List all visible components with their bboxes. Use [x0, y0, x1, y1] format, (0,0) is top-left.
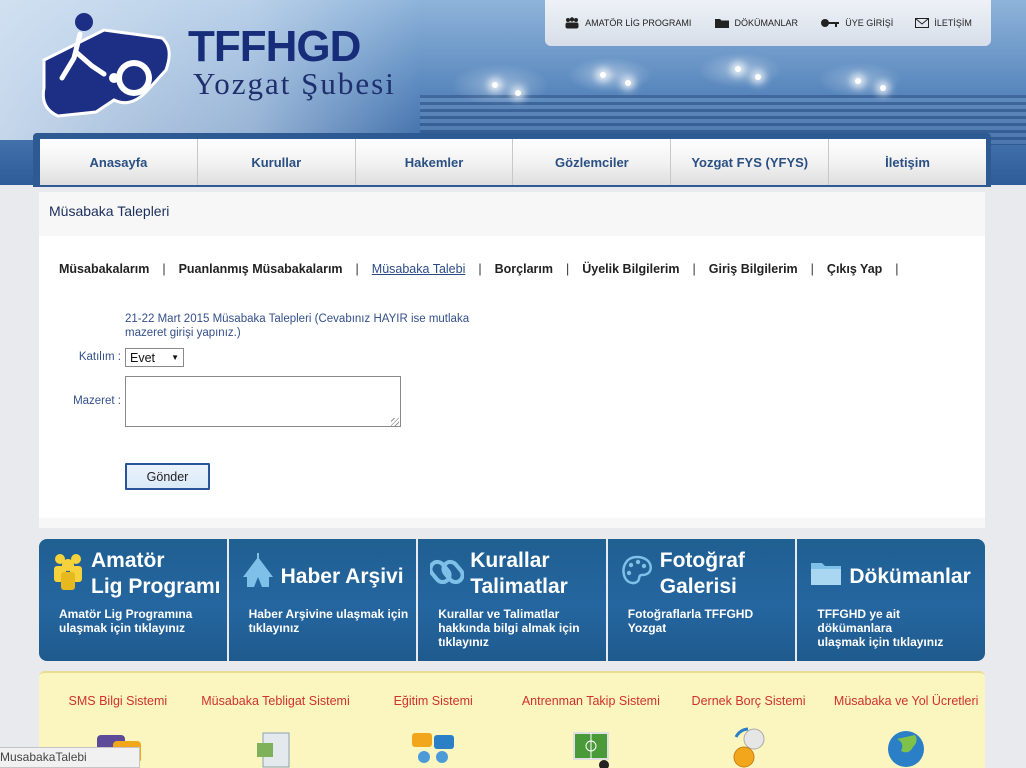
- service-tebligat[interactable]: Müsabaka Tebligat Sistemi: [197, 673, 355, 768]
- tile-desc: Haber Arşivine ulaşmak için tıklayınız: [248, 607, 409, 635]
- mazeret-label: Mazeret :: [73, 395, 121, 407]
- feature-tiles: Amatör Lig Programı Amatör Lig Programın…: [39, 539, 985, 661]
- whistle-logo[interactable]: [34, 8, 174, 120]
- browser-status-bar: MusabakaTalebi: [0, 747, 140, 768]
- nav-iletisim[interactable]: İletişim: [829, 139, 986, 185]
- service-ucretler[interactable]: Müsabaka ve Yol Ücretleri: [827, 673, 985, 768]
- document-icon: [256, 732, 289, 768]
- toplink-amator-lig[interactable]: AMATÖR LİG PROGRAMI: [564, 17, 691, 29]
- toplink-iletisim[interactable]: İLETİŞİM: [915, 18, 972, 28]
- content-panel: Müsabaka Talepleri Müsabakalarım | Puanl…: [39, 192, 985, 528]
- brand-subtitle: Yozgat Şubesi: [193, 66, 396, 101]
- brand-title: TFFHGD: [188, 22, 361, 71]
- toplink-label: DÖKÜMANLAR: [734, 18, 799, 28]
- stadium-light: [600, 72, 606, 78]
- main-nav: Anasayfa Kurullar Hakemler Gözlemciler Y…: [40, 139, 986, 185]
- tab-cikis-yap[interactable]: Çıkış Yap: [827, 262, 882, 276]
- team-icon: [54, 554, 82, 590]
- tab-puanlanmis[interactable]: Puanlanmış Müsabakalarım: [179, 262, 343, 276]
- tile-desc: Fotoğraflarla TFFGHD Yozgat: [627, 607, 754, 635]
- nav-yfys[interactable]: Yozgat FYS (YFYS): [671, 139, 830, 185]
- tile-kurallar[interactable]: Kurallar Talimatlar Kurallar ve Talimatl…: [418, 539, 606, 661]
- tactics-board-icon: [572, 732, 609, 768]
- submit-button[interactable]: Gönder: [125, 463, 210, 490]
- mazeret-textarea[interactable]: [125, 376, 401, 427]
- tile-title: Haber Arşivi: [280, 565, 404, 588]
- team-icon: [565, 17, 579, 29]
- nav-anasayfa[interactable]: Anasayfa: [40, 139, 198, 185]
- chevron-down-icon: ▼: [171, 353, 179, 362]
- toplink-label: İLETİŞİM: [934, 18, 972, 28]
- stadium-light: [625, 80, 631, 86]
- stadium-light: [855, 78, 861, 84]
- tab-borclarim[interactable]: Borçlarım: [495, 262, 553, 276]
- service-label: SMS Bilgi Sistemi: [68, 694, 168, 708]
- toplink-label: ÜYE GİRİŞİ: [845, 18, 894, 28]
- palette-icon: [622, 555, 652, 585]
- member-tabs: Müsabakalarım | Puanlanmış Müsabakalarım…: [59, 262, 912, 276]
- tile-desc: Amatör Lig Programına ulaşmak için tıkla…: [59, 607, 193, 635]
- nav-gozlemciler[interactable]: Gözlemciler: [513, 139, 672, 185]
- tab-musabakalarim[interactable]: Müsabakalarım: [59, 262, 149, 276]
- coins-icon: [733, 727, 765, 768]
- request-notice: 21-22 Mart 2015 Müsabaka Talepleri (Ceva…: [125, 313, 470, 339]
- users-chat-icon: [412, 733, 455, 763]
- tile-title: Fotoğraf Galerisi: [659, 549, 745, 598]
- key-icon: [821, 19, 840, 27]
- tile-haber-arsivi[interactable]: Haber Arşivi Haber Arşivine ulaşmak için…: [228, 539, 417, 661]
- resize-grip-icon[interactable]: [391, 418, 399, 426]
- stadium-light: [880, 85, 886, 91]
- folder-icon: [714, 19, 729, 28]
- tile-desc: Kurallar ve Talimatlar hakkında bilgi al…: [438, 607, 580, 649]
- katilim-select[interactable]: Evet ▼: [125, 348, 184, 367]
- toplink-uye-girisi[interactable]: ÜYE GİRİŞİ: [820, 17, 893, 29]
- folder-icon: [811, 563, 842, 585]
- service-label: Eğitim Sistemi: [393, 694, 473, 708]
- service-label: Dernek Borç Sistemi: [691, 694, 806, 708]
- tile-amator-lig[interactable]: Amatör Lig Programı Amatör Lig Programın…: [39, 539, 227, 661]
- tab-separator: |: [895, 262, 899, 276]
- tab-musabaka-talebi[interactable]: Müsabaka Talebi: [372, 262, 466, 276]
- services-row: SMS Bilgi Sistemi Müsabaka Tebligat Sist…: [39, 671, 985, 768]
- toplink-dokumanlar[interactable]: DÖKÜMANLAR: [714, 17, 799, 29]
- service-borc[interactable]: Dernek Borç Sistemi: [670, 673, 828, 768]
- tent-icon: [242, 553, 273, 587]
- service-label: Müsabaka ve Yol Ücretleri: [833, 694, 979, 708]
- stadium-light: [755, 74, 761, 80]
- mail-icon: [915, 18, 930, 28]
- service-egitim[interactable]: Eğitim Sistemi: [354, 673, 512, 768]
- tab-separator: |: [162, 262, 166, 276]
- toplink-label: AMATÖR LİG PROGRAMI: [585, 18, 692, 28]
- katilim-label: Katılım :: [78, 351, 121, 363]
- tile-dokumanlar[interactable]: Dökümanlar TFFGHD ye ait dökümanlara ula…: [797, 539, 985, 661]
- tab-separator: |: [565, 262, 570, 276]
- tab-separator: |: [355, 262, 359, 276]
- tab-uyelik-bilgilerim[interactable]: Üyelik Bilgilerim: [582, 262, 679, 276]
- form-area: Müsabakalarım | Puanlanmış Müsabakalarım…: [39, 236, 985, 518]
- katilim-value: Evet: [130, 350, 156, 365]
- tab-separator: |: [692, 262, 696, 276]
- globe-icon: [888, 731, 925, 767]
- tile-fotograf-galerisi[interactable]: Fotoğraf Galerisi Fotoğraflarla TFFGHD Y…: [607, 539, 796, 661]
- service-label: Antrenman Takip Sistemi: [521, 694, 660, 708]
- tab-giris-bilgilerim[interactable]: Giriş Bilgilerim: [709, 262, 798, 276]
- stadium-light: [735, 66, 741, 72]
- page-title: Müsabaka Talepleri: [49, 203, 170, 219]
- tab-separator: |: [478, 262, 482, 276]
- service-label: Müsabaka Tebligat Sistemi: [201, 694, 350, 708]
- tile-title: Amatör Lig Programı: [91, 549, 221, 598]
- nav-kurullar[interactable]: Kurullar: [198, 139, 356, 185]
- service-antrenman[interactable]: Antrenman Takip Sistemi: [512, 673, 670, 768]
- tile-title: Dökümanlar: [849, 565, 971, 588]
- link-icon: [430, 559, 465, 585]
- nav-hakemler[interactable]: Hakemler: [356, 139, 514, 185]
- stadium-light: [492, 82, 498, 88]
- stadium-light: [515, 90, 521, 96]
- tile-title: Kurallar Talimatlar: [470, 549, 568, 598]
- tile-desc: TFFGHD ye ait dökümanlara ulaşmak için t…: [817, 607, 944, 649]
- top-links: AMATÖR LİG PROGRAMI DÖKÜMANLAR ÜYE GİRİŞ…: [545, 0, 991, 46]
- tab-separator: |: [810, 262, 814, 276]
